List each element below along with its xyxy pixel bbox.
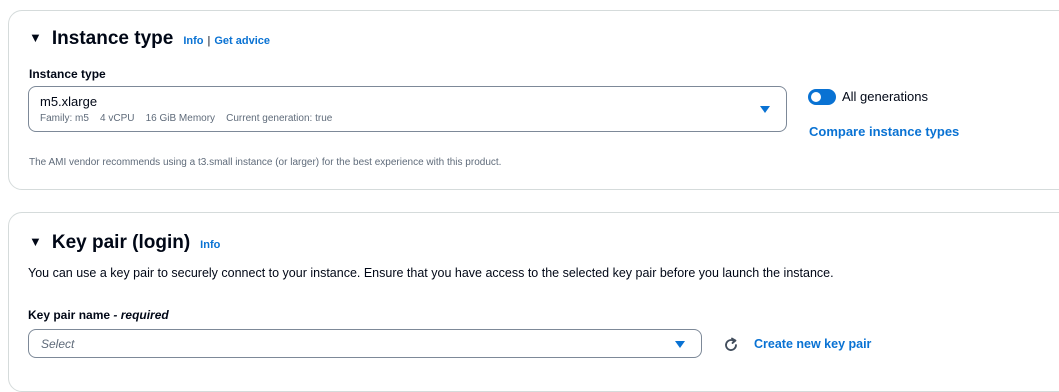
instance-type-select[interactable]: m5.xlarge Family: m5 4 vCPU 16 GiB Memor… (28, 86, 787, 132)
key-pair-header[interactable]: ▼ Key pair (login) Info (29, 232, 220, 254)
caret-down-icon (675, 341, 685, 348)
key-pair-name-label-text: Key pair name (28, 308, 111, 322)
key-pair-description: You can use a key pair to securely conne… (28, 266, 834, 280)
instance-type-header[interactable]: ▼ Instance type Info | Get advice (29, 28, 270, 50)
create-new-key-pair-link[interactable]: Create new key pair (754, 337, 871, 351)
instance-type-panel: ▼ Instance type Info | Get advice Instan… (8, 10, 1059, 190)
key-pair-info-link[interactable]: Info (200, 239, 220, 251)
instance-type-title: Instance type (51, 28, 174, 49)
refresh-icon[interactable] (723, 337, 739, 353)
instance-type-value: m5.xlarge (40, 94, 98, 109)
caret-down-icon (760, 106, 770, 113)
ami-vendor-note: The AMI vendor recommends using a t3.sma… (29, 157, 502, 168)
all-generations-toggle[interactable] (808, 89, 836, 105)
instance-type-info-link[interactable]: Info (183, 35, 203, 47)
key-pair-placeholder: Select (41, 337, 75, 351)
instance-type-description: Family: m5 4 vCPU 16 GiB Memory Current … (40, 113, 333, 124)
link-separator: | (207, 35, 211, 47)
collapse-caret-icon[interactable]: ▼ (29, 30, 42, 45)
instance-type-field-label: Instance type (29, 67, 106, 81)
key-pair-panel: ▼ Key pair (login) Info You can use a ke… (8, 212, 1059, 392)
toggle-knob (811, 92, 821, 102)
key-pair-name-label: Key pair name - required (28, 308, 169, 322)
required-marker: - required (113, 308, 169, 322)
collapse-caret-icon[interactable]: ▼ (29, 234, 42, 249)
get-advice-link[interactable]: Get advice (214, 35, 270, 47)
compare-instance-types-link[interactable]: Compare instance types (809, 124, 959, 139)
all-generations-label: All generations (842, 89, 928, 104)
key-pair-title: Key pair (login) (51, 232, 191, 253)
key-pair-select[interactable]: Select (28, 329, 702, 358)
